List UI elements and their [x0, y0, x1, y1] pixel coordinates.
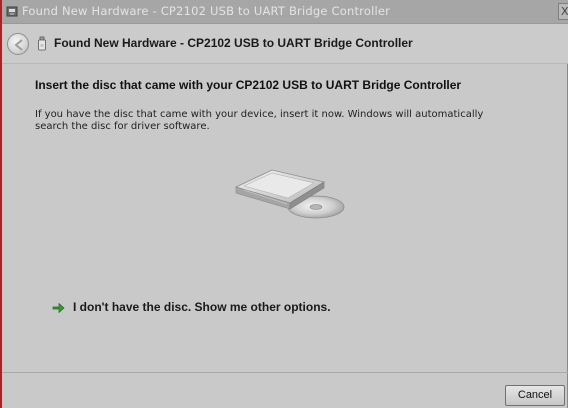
green-arrow-icon [52, 302, 65, 314]
wizard-title: Found New Hardware - CP2102 USB to UART … [54, 36, 413, 50]
wizard-navigation-bar: Found New Hardware - CP2102 USB to UART … [2, 24, 568, 64]
hardware-wizard-icon [6, 6, 18, 17]
back-button[interactable] [7, 33, 29, 55]
usb-device-icon [38, 36, 46, 51]
title-bar[interactable]: Found New Hardware - CP2102 USB to UART … [2, 0, 568, 24]
cancel-button[interactable]: Cancel [505, 385, 565, 406]
window-title: Found New Hardware - CP2102 USB to UART … [22, 4, 391, 18]
instruction-description: If you have the disc that came with your… [35, 109, 484, 132]
no-disc-option-label: I don't have the disc. Show me other opt… [73, 300, 331, 314]
instruction-heading: Insert the disc that came with your CP21… [35, 78, 462, 92]
footer-divider [2, 372, 568, 373]
close-button[interactable]: X [558, 3, 568, 20]
found-new-hardware-window: Found New Hardware - CP2102 USB to UART … [0, 0, 568, 408]
disc-drive-illustration [234, 169, 345, 219]
back-arrow-icon [14, 39, 23, 51]
